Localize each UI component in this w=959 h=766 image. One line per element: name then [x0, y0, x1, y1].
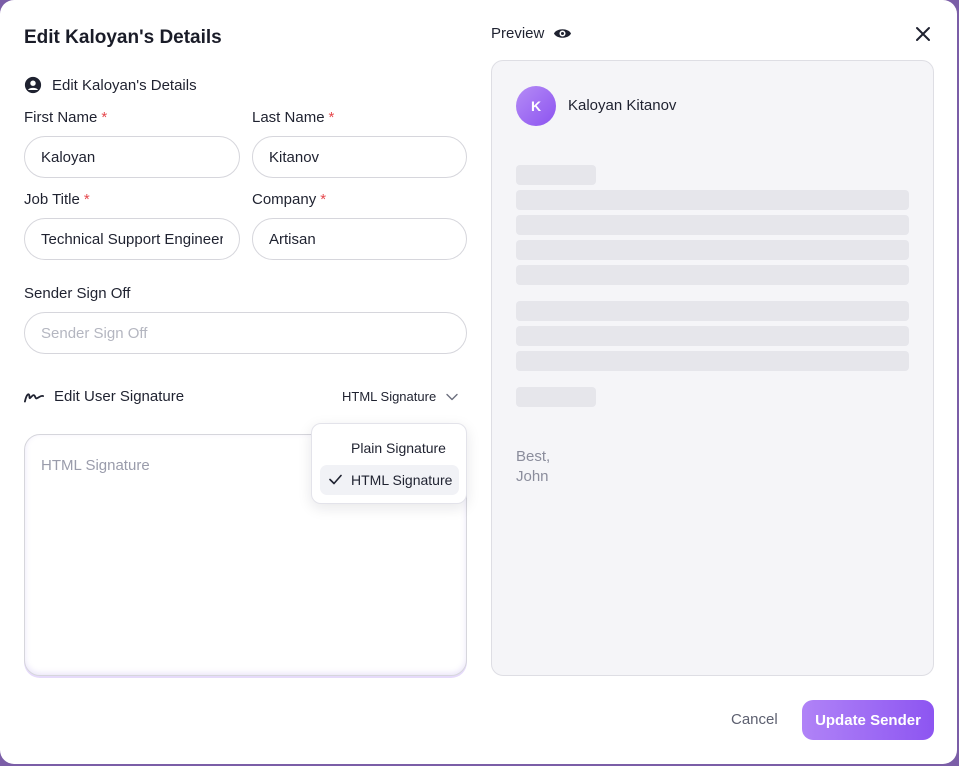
first-name-label: First Name *	[24, 109, 107, 126]
dropdown-option-label: HTML Signature	[351, 472, 453, 488]
signature-type-select[interactable]: HTML Signature	[342, 389, 458, 404]
sign-off-label: Sender Sign Off	[24, 285, 131, 302]
update-sender-button[interactable]: Update Sender	[802, 700, 934, 740]
user-circle-icon	[24, 76, 42, 94]
sign-off-input[interactable]	[24, 312, 467, 354]
signature-section-header: Edit User Signature	[24, 388, 184, 405]
details-section-title: Edit Kaloyan's Details	[52, 76, 197, 94]
required-marker: *	[101, 109, 108, 126]
last-name-label: Last Name *	[252, 109, 334, 126]
dropdown-option-label: Plain Signature	[351, 440, 446, 456]
close-icon[interactable]	[914, 25, 932, 43]
company-label: Company *	[252, 191, 326, 208]
preview-header: Preview	[491, 25, 572, 42]
last-name-label-text: Last Name	[252, 109, 325, 126]
required-marker: *	[83, 191, 90, 208]
signature-placeholder: HTML Signature	[41, 457, 150, 474]
job-title-label: Job Title *	[24, 191, 90, 208]
eye-icon	[554, 29, 572, 38]
chevron-down-icon	[446, 393, 458, 400]
preview-sender-name: Kaloyan Kitanov	[568, 97, 677, 114]
edit-sender-modal: Edit Kaloyan's Details Edit Kaloyan's De…	[0, 0, 957, 764]
job-title-label-text: Job Title	[24, 191, 80, 208]
first-name-label-text: First Name	[24, 109, 98, 126]
dropdown-option-html[interactable]: HTML Signature	[320, 465, 459, 495]
signature-section-title: Edit User Signature	[54, 388, 185, 405]
placeholder-line	[516, 240, 909, 260]
details-section-header: Edit Kaloyan's Details	[24, 76, 197, 94]
placeholder-line	[516, 326, 909, 346]
placeholder-line	[516, 165, 596, 185]
placeholder-line	[516, 215, 909, 235]
signature-icon	[24, 392, 44, 402]
placeholder-line	[516, 351, 909, 371]
first-name-input[interactable]	[24, 136, 240, 178]
required-marker: *	[328, 109, 335, 126]
placeholder-line	[516, 190, 909, 210]
dropdown-option-plain[interactable]: Plain Signature	[320, 433, 459, 463]
required-marker: *	[320, 191, 327, 208]
placeholder-line	[516, 387, 596, 407]
modal-title: Edit Kaloyan's Details	[24, 27, 222, 48]
signature-type-dropdown: Plain Signature HTML Signature	[311, 423, 467, 504]
avatar: K	[516, 86, 556, 126]
signature-type-value: HTML Signature	[342, 389, 437, 404]
preview-sign-off-line2: John	[516, 468, 549, 485]
job-title-input[interactable]	[24, 218, 240, 260]
preview-sign-off-line1: Best,	[516, 448, 551, 465]
cancel-button[interactable]: Cancel	[731, 711, 778, 728]
last-name-input[interactable]	[252, 136, 467, 178]
preview-panel: K Kaloyan Kitanov Best, John	[491, 60, 934, 676]
placeholder-line	[516, 265, 909, 285]
preview-title: Preview	[491, 25, 545, 42]
placeholder-line	[516, 301, 909, 321]
company-input[interactable]	[252, 218, 467, 260]
company-label-text: Company	[252, 191, 317, 208]
check-icon	[329, 474, 342, 485]
